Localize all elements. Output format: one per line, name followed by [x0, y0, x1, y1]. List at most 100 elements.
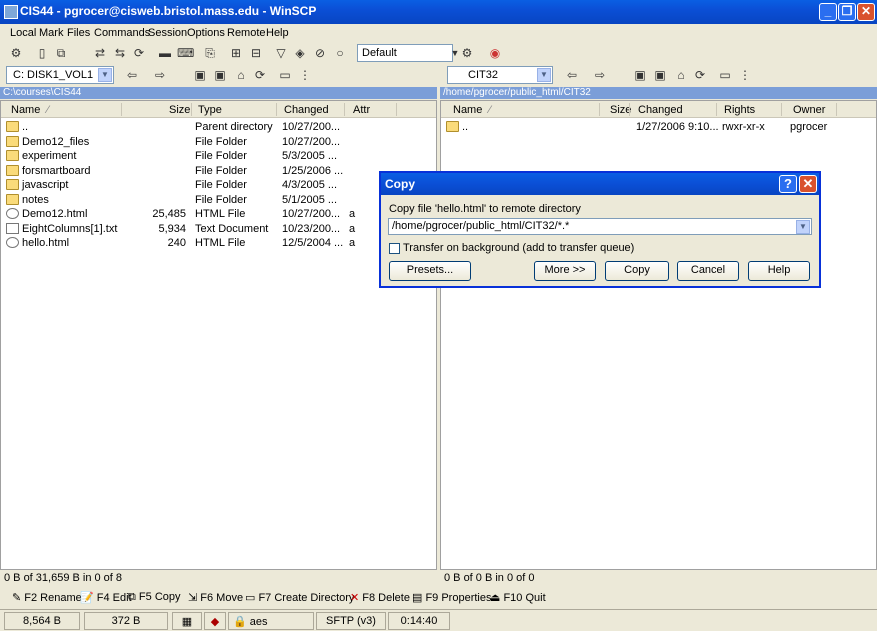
close-button[interactable]: ✕: [857, 3, 875, 21]
background-transfer-label: Transfer on background (add to transfer …: [403, 242, 635, 254]
parent-folder-icon[interactable]: ▣: [632, 67, 648, 83]
chevron-down-icon: ▼: [537, 68, 551, 82]
table-row[interactable]: Demo12_files File Folder 10/27/200...: [1, 135, 436, 149]
expand-icon[interactable]: ⊞: [228, 45, 244, 61]
file-type: File Folder: [195, 135, 247, 148]
left-file-panel[interactable]: Name ⁄ Size Type Changed Attr .. Parent d…: [0, 100, 437, 570]
col-owner[interactable]: Owner: [793, 104, 825, 116]
f5-copy-button[interactable]: ⧉ F5 Copy: [128, 591, 181, 604]
refresh-icon[interactable]: ⟳: [692, 67, 708, 83]
table-row[interactable]: forsmartboard File Folder 1/25/2006 ...: [1, 164, 436, 178]
folder-icon: [6, 179, 19, 190]
restore-button[interactable]: ❐: [838, 3, 856, 21]
menu-remote[interactable]: Remote: [227, 27, 266, 39]
forward-icon[interactable]: ⇨: [152, 67, 168, 83]
text-mode-icon[interactable]: ○: [332, 45, 348, 61]
target-directory-input[interactable]: /home/pgrocer/public_html/CIT32/*.* ▼: [388, 218, 812, 235]
synchronize-icon[interactable]: ⧉: [53, 45, 69, 61]
transfer-settings-combo[interactable]: Default: [357, 44, 453, 62]
menu-local[interactable]: Local: [10, 27, 36, 39]
back-icon[interactable]: ⇦: [564, 67, 580, 83]
f8-delete-button[interactable]: ✕ F8 Delete: [350, 591, 410, 604]
col-size[interactable]: Size: [169, 104, 190, 116]
table-row[interactable]: EightColumns[1].txt 5,934 Text Document 10/…: [1, 222, 436, 236]
tree-icon[interactable]: ⋮: [297, 67, 313, 83]
f7-create-directory-button[interactable]: ▭ F7 Create Directory: [245, 591, 354, 604]
dialog-help-icon[interactable]: ?: [779, 175, 797, 193]
table-row[interactable]: .. 1/27/2006 9:10... rwxr-xr-x pgrocer: [441, 120, 876, 134]
f2-rename-button[interactable]: ✎ F2 Rename: [12, 591, 82, 604]
binary-icon[interactable]: ⊘: [312, 45, 328, 61]
cancel-button[interactable]: Cancel: [677, 261, 739, 281]
left-drive-combo[interactable]: C: DISK1_VOL1 ▼: [6, 66, 114, 84]
file-changed: 1/25/2006 ...: [282, 164, 344, 177]
preferences-icon[interactable]: ⚙: [8, 45, 24, 61]
cipher-cell: 🔒 aes: [228, 612, 314, 630]
gear-icon[interactable]: ⚙: [459, 45, 475, 61]
f9-properties-button[interactable]: ▤ F9 Properties: [412, 591, 491, 604]
table-row[interactable]: Demo12.html 25,485 HTML File 10/27/200... a: [1, 207, 436, 221]
table-row[interactable]: hello.html 240 HTML File 12/5/2004 ... a: [1, 236, 436, 250]
tree-icon[interactable]: ⋮: [737, 67, 753, 83]
table-row[interactable]: .. Parent directory 10/27/200...: [1, 120, 436, 134]
file-name: javascript: [22, 179, 69, 191]
queue-icon[interactable]: ▯: [34, 45, 50, 61]
menu-files[interactable]: Files: [67, 27, 90, 39]
f10-quit-button[interactable]: ⏏ F10 Quit: [490, 591, 546, 604]
parent-folder-icon[interactable]: ▣: [192, 67, 208, 83]
collapse-icon[interactable]: ⊟: [248, 45, 264, 61]
menu-session[interactable]: Session: [148, 27, 187, 39]
col-changed[interactable]: Changed: [638, 104, 683, 116]
file-changed: 12/5/2004 ...: [282, 237, 344, 249]
file-name: forsmartboard: [22, 164, 91, 177]
forward-icon[interactable]: ⇨: [592, 67, 608, 83]
table-row[interactable]: notes File Folder 5/1/2005 ...: [1, 193, 436, 207]
refresh-icon[interactable]: ⟳: [252, 67, 268, 83]
table-row[interactable]: experiment File Folder 5/3/2005 ...: [1, 149, 436, 163]
help-button[interactable]: Help: [748, 261, 810, 281]
col-changed[interactable]: Changed: [284, 104, 329, 116]
synchronize-browsing-icon[interactable]: ⇆: [112, 45, 128, 61]
f6-move-button[interactable]: ⇲ F6 Move: [188, 591, 243, 604]
downloaded-bytes: 372 B: [84, 612, 168, 630]
home-icon[interactable]: ⌂: [673, 67, 689, 83]
menu-bar: Local Mark Files Commands Session Option…: [0, 24, 877, 42]
col-type[interactable]: Type: [198, 104, 222, 116]
back-icon[interactable]: ⇦: [124, 67, 140, 83]
menu-commands[interactable]: Commands: [94, 27, 150, 39]
menu-help[interactable]: Help: [266, 27, 289, 39]
minimize-button[interactable]: _: [819, 3, 837, 21]
chevron-down-icon[interactable]: ▼: [796, 220, 810, 234]
right-drive-value: CIT32: [468, 69, 498, 81]
background-transfer-checkbox[interactable]: [389, 243, 400, 254]
compare-icon[interactable]: ⇄: [92, 45, 108, 61]
table-row[interactable]: javascript File Folder 4/3/2005 ...: [1, 178, 436, 192]
transfer-mode-icon[interactable]: ◈: [292, 45, 308, 61]
dialog-close-icon[interactable]: ✕: [799, 175, 817, 193]
presets-button[interactable]: Presets...: [389, 261, 471, 281]
col-rights[interactable]: Rights: [724, 104, 755, 116]
filter-icon[interactable]: ▽: [273, 45, 289, 61]
right-drive-combo[interactable]: CIT32 ▼: [447, 66, 553, 84]
target-directory-value: /home/pgrocer/public_html/CIT32/*.*: [392, 220, 570, 232]
refresh-icon[interactable]: ⟳: [131, 45, 147, 61]
col-name[interactable]: Name: [11, 104, 40, 116]
col-attr[interactable]: Attr: [353, 104, 370, 116]
file-type: File Folder: [195, 150, 247, 162]
root-folder-icon[interactable]: ▣: [212, 67, 228, 83]
open-folder-icon[interactable]: ▭: [277, 67, 293, 83]
root-folder-icon[interactable]: ▣: [652, 67, 668, 83]
sessions-icon[interactable]: ⎘: [202, 45, 218, 61]
menu-options[interactable]: Options: [187, 27, 225, 39]
putty-icon[interactable]: ⌨: [177, 45, 194, 61]
more-button[interactable]: More >>: [534, 261, 596, 281]
col-name[interactable]: Name: [453, 104, 482, 116]
console-icon[interactable]: ▬: [157, 45, 173, 61]
home-icon[interactable]: ⌂: [233, 67, 249, 83]
folder-icon: [6, 150, 19, 161]
f4-edit-button[interactable]: 📝 F4 Edit: [80, 591, 132, 604]
menu-mark[interactable]: Mark: [39, 27, 63, 39]
session-color-icon[interactable]: ◉: [487, 45, 503, 61]
copy-button[interactable]: Copy: [605, 261, 669, 281]
open-folder-icon[interactable]: ▭: [717, 67, 733, 83]
